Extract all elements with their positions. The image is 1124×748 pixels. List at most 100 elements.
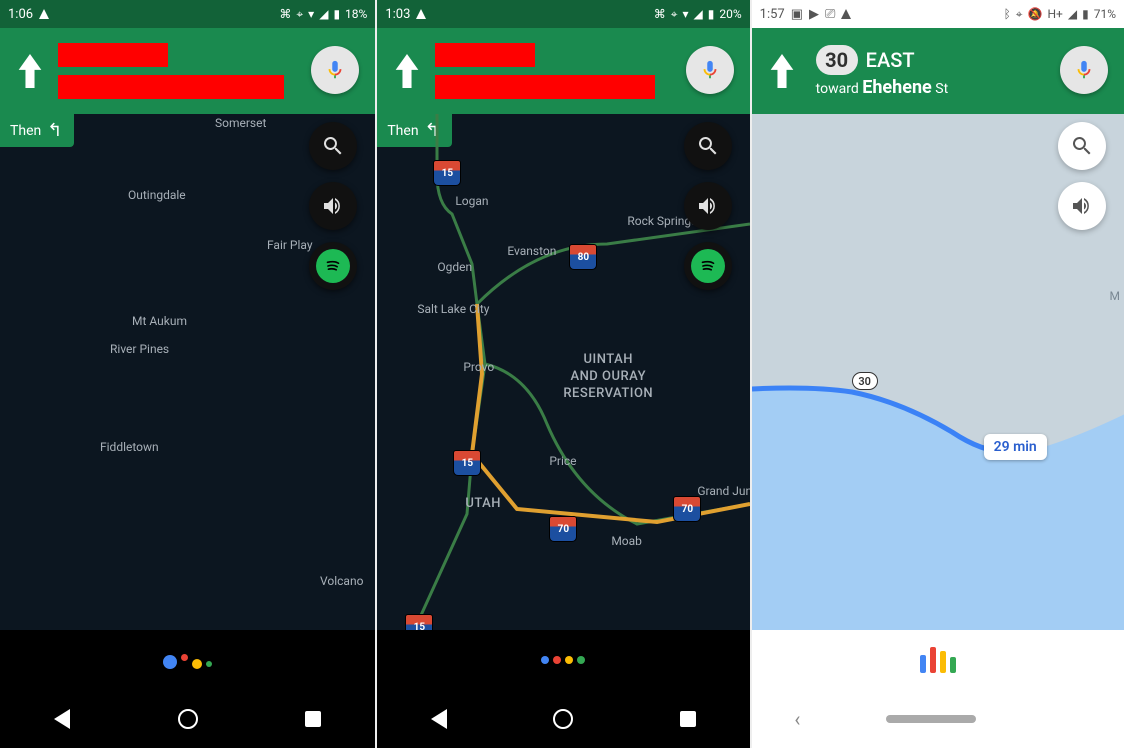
map-label: Fiddletown (100, 440, 159, 454)
signal-icon: ◢ (1068, 7, 1077, 21)
navigation-header: 30 EAST toward Ehehene St (752, 28, 1124, 114)
navigation-header (0, 28, 375, 114)
eta-chip[interactable]: 29 min (984, 434, 1047, 460)
volume-icon (696, 194, 720, 218)
back-button[interactable] (54, 709, 70, 729)
direction-cardinal: EAST (866, 48, 915, 72)
direction-text: 30 EAST toward Ehehene St (816, 45, 949, 98)
cast-icon: ⎚ (825, 7, 835, 22)
map-label: Somerset (215, 116, 266, 130)
youtube-icon: ▶ (809, 7, 819, 22)
search-button[interactable] (684, 122, 732, 170)
signal-icon: ◢ (694, 7, 703, 21)
map-label: Grand Junction (697, 484, 749, 498)
spotify-icon (691, 249, 725, 283)
spotify-button[interactable] (309, 242, 357, 290)
volume-icon (1070, 194, 1094, 218)
redacted-line-1 (58, 43, 168, 67)
battery-icon: ▮ (708, 7, 715, 21)
phone-screenshot-3: 1:57 ▣ ▶ ⎚ ᛒ ⌖ 🔕 H+ ◢ ▮ 71% 30 EAST towa… (752, 0, 1124, 748)
location-icon: ⌖ (671, 7, 678, 22)
gallery-icon: ▣ (791, 7, 803, 22)
spotify-icon (316, 249, 350, 283)
nav-arrow-icon (841, 9, 851, 19)
map-label: Mt Aukum (132, 314, 187, 328)
recents-button[interactable] (305, 711, 321, 727)
assistant-bar[interactable] (377, 630, 749, 690)
map-label: Outingdale (128, 188, 186, 202)
arrow-up-icon (12, 53, 48, 89)
sound-button[interactable] (309, 182, 357, 230)
vpn-icon: ⌘ (654, 7, 666, 21)
map-label: Price (549, 454, 576, 468)
arrow-up-icon (389, 53, 425, 89)
redacted-destination (58, 43, 284, 99)
status-icons: ⌘ ⌖ ▾ ◢ ▮ 18% (279, 7, 367, 22)
back-button[interactable] (431, 709, 447, 729)
redacted-line-1 (435, 43, 535, 67)
search-button[interactable] (309, 122, 357, 170)
interstate-shield-icon: 15 (433, 160, 461, 186)
search-button[interactable] (1058, 122, 1106, 170)
map-label: Evanston (507, 244, 556, 258)
battery-percent: 18% (345, 7, 367, 21)
home-button[interactable] (178, 709, 198, 729)
nav-arrow-icon (39, 9, 49, 19)
home-pill[interactable] (886, 715, 976, 723)
sound-button[interactable] (1058, 182, 1106, 230)
map-label: Salt Lake City (417, 302, 489, 316)
search-icon (1070, 134, 1094, 158)
battery-percent: 71% (1094, 7, 1116, 21)
street-suffix: St (935, 81, 948, 97)
route-shield-icon: 30 (852, 372, 878, 390)
map-label: M (1110, 289, 1120, 303)
voice-search-button[interactable] (1060, 46, 1108, 94)
interstate-shield-icon: 70 (549, 516, 577, 542)
spotify-button[interactable] (684, 242, 732, 290)
redacted-line-2 (435, 75, 655, 99)
network-hplus-icon: H+ (1047, 7, 1062, 21)
mic-icon (699, 59, 721, 81)
navigation-header (377, 28, 749, 114)
map-label: Moab (611, 534, 642, 548)
status-time: 1:57 (760, 7, 785, 22)
arrow-up-icon (764, 53, 800, 89)
toward-label: toward (816, 81, 859, 97)
volume-icon (321, 194, 345, 218)
google-assistant-icon (920, 647, 956, 673)
assistant-bar[interactable] (0, 630, 375, 690)
location-icon: ⌖ (1016, 7, 1023, 22)
status-time: 1:06 (8, 7, 33, 22)
map-label: Provo (463, 360, 494, 374)
nav-arrow-icon (416, 9, 426, 19)
system-nav-bar (377, 690, 749, 748)
system-nav-bar: ‹ (752, 690, 1124, 748)
wifi-icon: ▾ (683, 7, 689, 21)
map-label: Volcano (320, 574, 363, 588)
interstate-shield-icon: 80 (569, 244, 597, 270)
voice-search-button[interactable] (311, 46, 359, 94)
voice-search-button[interactable] (686, 46, 734, 94)
google-assistant-icon (541, 656, 585, 664)
assistant-bar[interactable] (752, 630, 1124, 690)
bluetooth-icon: ᛒ (1004, 7, 1011, 21)
battery-icon: ▮ (1082, 7, 1089, 21)
mic-icon (324, 59, 346, 81)
dnd-icon: 🔕 (1028, 7, 1043, 21)
map-label: River Pines (110, 342, 169, 356)
map-label-reservation: UINTAH AND OURAY RESERVATION (563, 352, 653, 403)
mic-icon (1073, 59, 1095, 81)
map-label: Fair Play (267, 238, 313, 252)
search-icon (696, 134, 720, 158)
wifi-icon: ▾ (308, 7, 314, 21)
recents-button[interactable] (680, 711, 696, 727)
signal-icon: ◢ (319, 7, 328, 21)
status-bar: 1:57 ▣ ▶ ⎚ ᛒ ⌖ 🔕 H+ ◢ ▮ 71% (752, 0, 1124, 28)
map-label: Ogden (437, 260, 472, 274)
route-shield-icon: 30 (816, 45, 858, 75)
back-button[interactable]: ‹ (794, 707, 800, 731)
home-button[interactable] (553, 709, 573, 729)
location-icon: ⌖ (296, 7, 303, 22)
sound-button[interactable] (684, 182, 732, 230)
interstate-shield-icon: 15 (405, 614, 433, 630)
